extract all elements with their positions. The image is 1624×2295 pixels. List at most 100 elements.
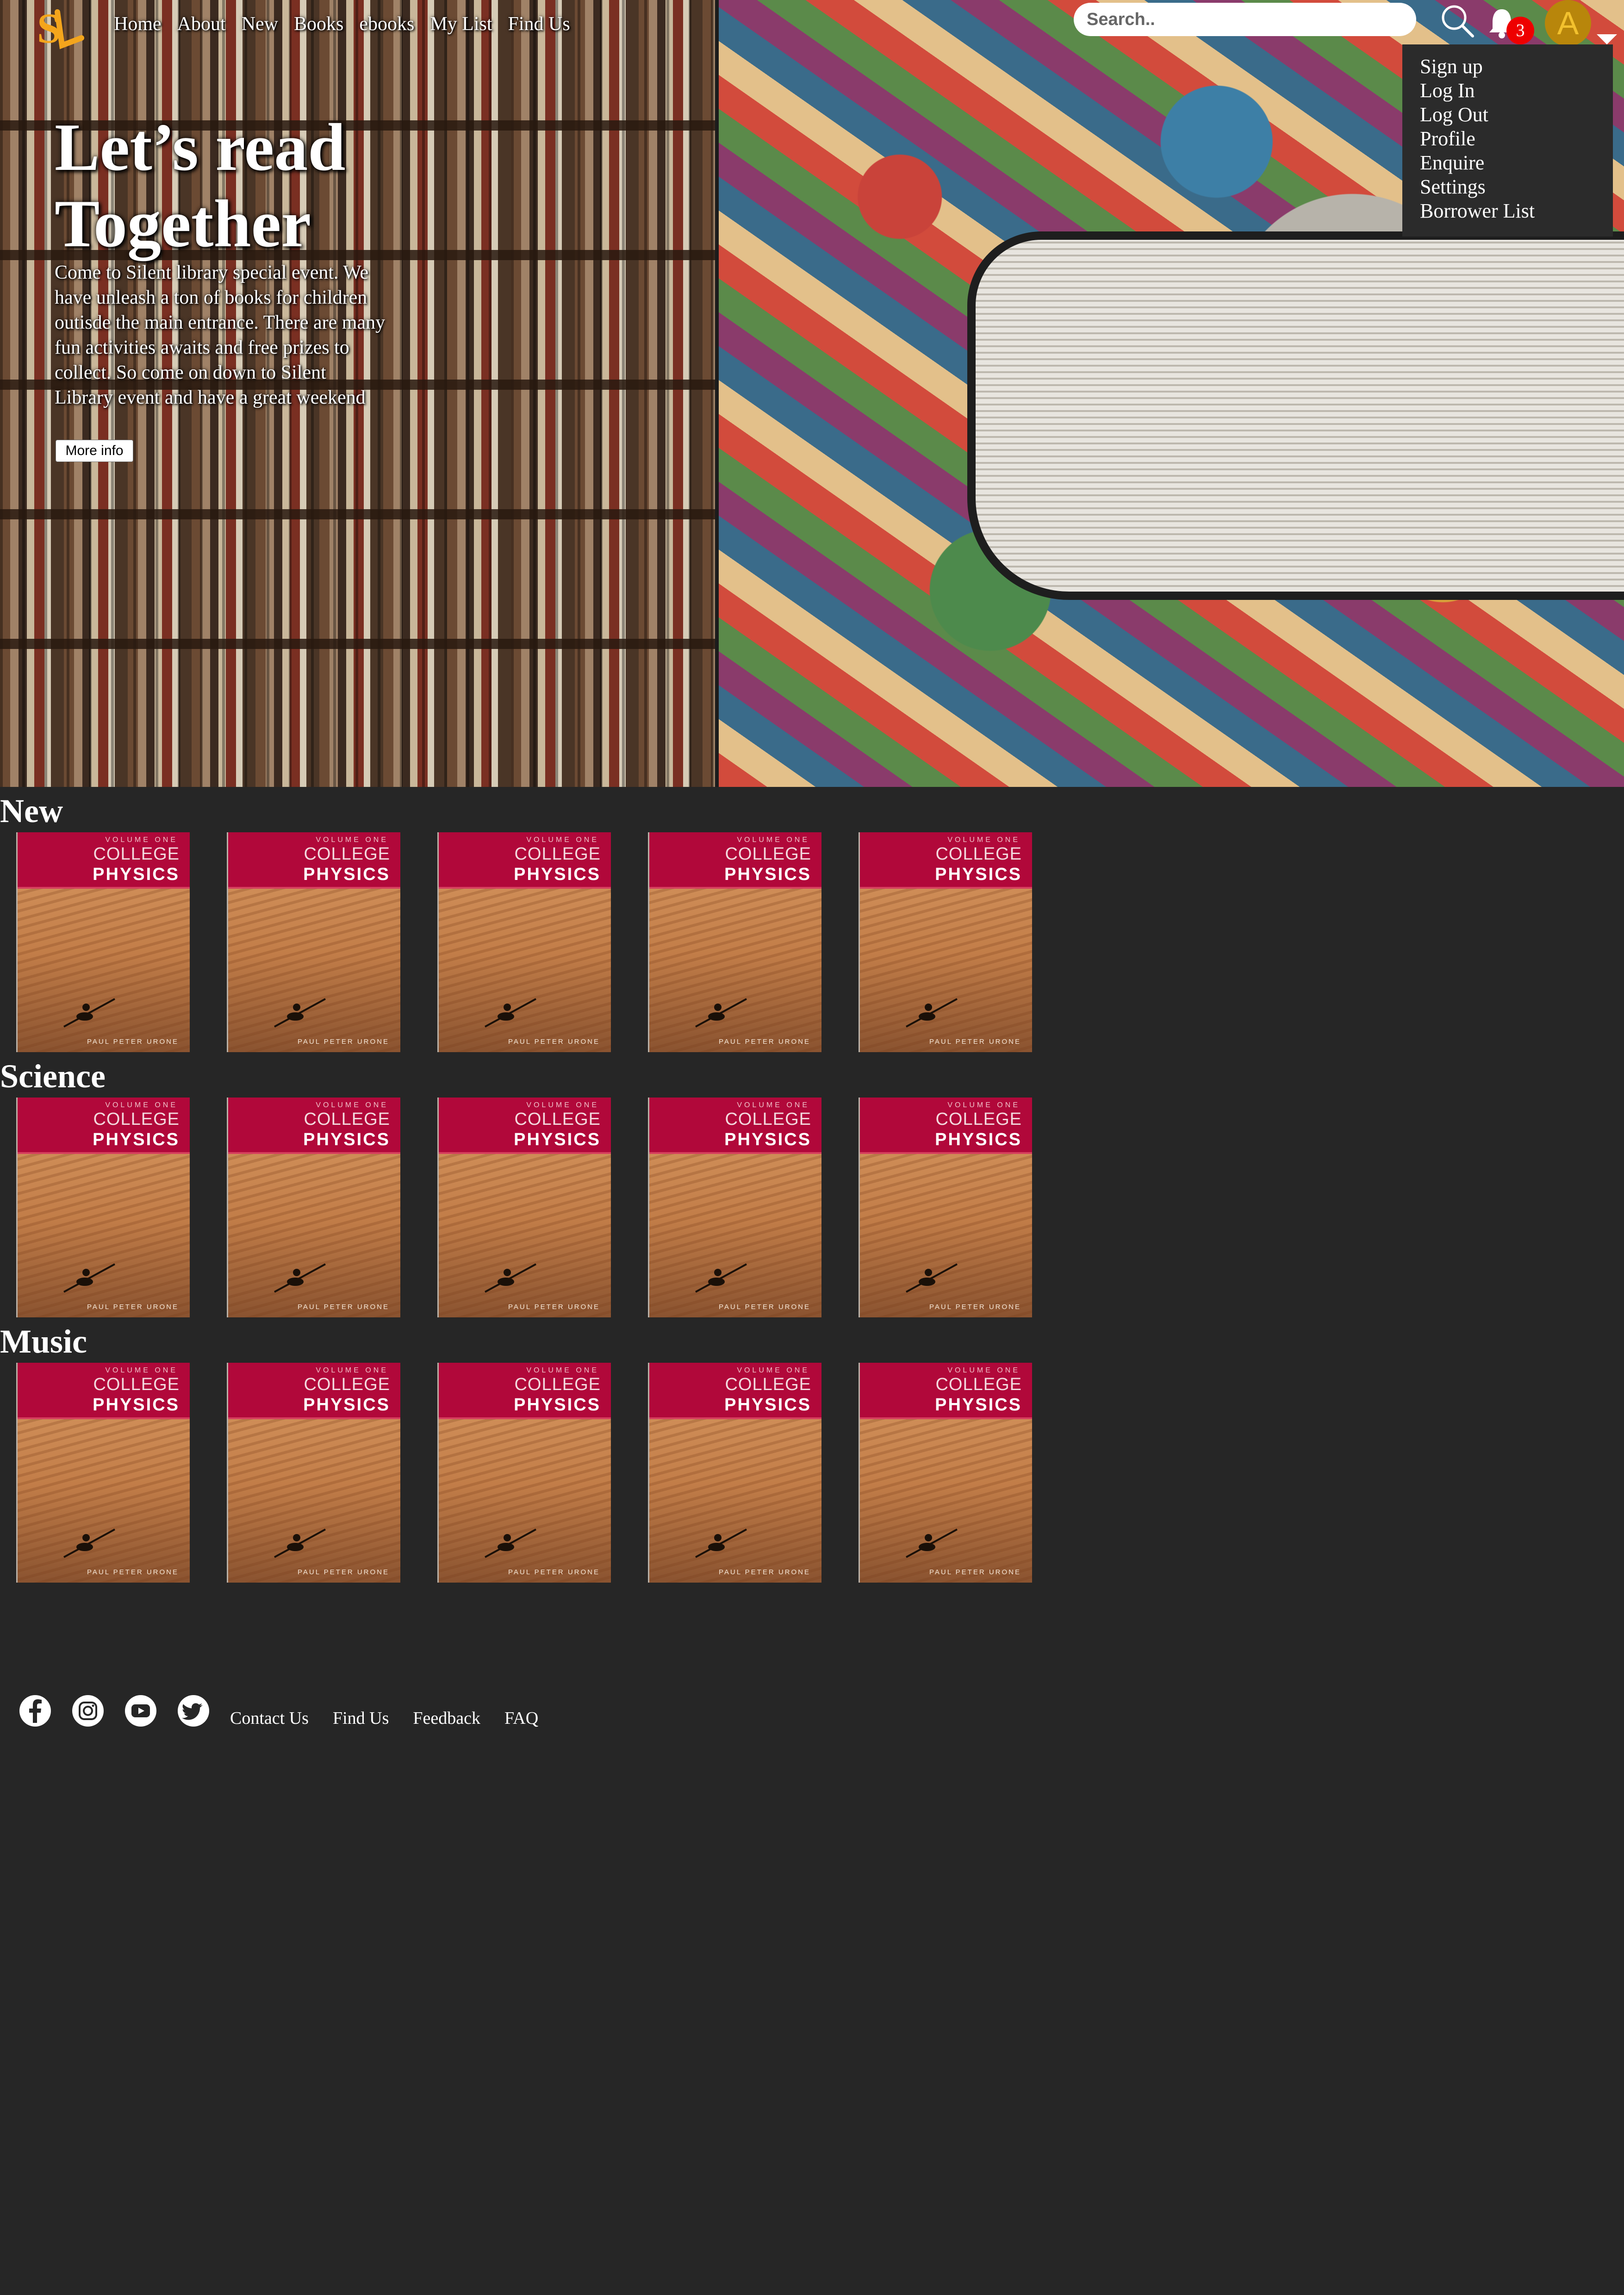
book-author: PAUL PETER URONE <box>87 1303 179 1311</box>
book-cover[interactable]: VOLUME ONE COLLEGE PHYSICS PAUL PETER URONE <box>648 832 821 1052</box>
library-logo-icon[interactable]: S <box>33 3 84 54</box>
book-title-line1: COLLEGE <box>93 1110 180 1129</box>
book-author: PAUL PETER URONE <box>297 1038 389 1046</box>
rower-silhouette-icon <box>485 998 536 1028</box>
book-cover[interactable]: VOLUME ONE COLLEGE PHYSICS PAUL PETER URONE <box>859 832 1032 1052</box>
book-author: PAUL PETER URONE <box>508 1568 600 1576</box>
instagram-icon[interactable] <box>71 1694 105 1727</box>
book-author: PAUL PETER URONE <box>718 1303 810 1311</box>
book-cover[interactable]: VOLUME ONE COLLEGE PHYSICS PAUL PETER URONE <box>648 1363 821 1583</box>
book-title-band: VOLUME ONE COLLEGE PHYSICS <box>860 1363 1032 1419</box>
section-title-music: Music <box>0 1323 87 1360</box>
menu-item-profile[interactable]: Profile <box>1420 127 1613 151</box>
book-cover[interactable]: VOLUME ONE COLLEGE PHYSICS PAUL PETER URONE <box>16 832 190 1052</box>
book-title-line2: PHYSICS <box>724 1395 811 1415</box>
hero-description: Come to Silent library special event. We… <box>55 262 386 408</box>
book-title-band: VOLUME ONE COLLEGE PHYSICS <box>860 1098 1032 1154</box>
footer-link-feedback[interactable]: Feedback <box>413 1708 480 1728</box>
more-info-button[interactable]: More info <box>56 440 133 462</box>
book-title-line2: PHYSICS <box>935 1395 1022 1415</box>
book-title-line2: PHYSICS <box>303 865 390 884</box>
book-volume: VOLUME ONE <box>947 836 1020 844</box>
footer-link-contact-us[interactable]: Contact Us <box>230 1708 309 1728</box>
book-title-line1: COLLEGE <box>304 1110 390 1129</box>
book-cover[interactable]: VOLUME ONE COLLEGE PHYSICS PAUL PETER URONE <box>437 1098 611 1317</box>
menu-item-borrower-list[interactable]: Borrower List <box>1420 199 1613 223</box>
rower-silhouette-icon <box>63 1528 115 1558</box>
book-volume: VOLUME ONE <box>316 1101 388 1109</box>
footer-link-faq[interactable]: FAQ <box>504 1708 538 1728</box>
nav-new[interactable]: New <box>242 13 278 35</box>
book-volume: VOLUME ONE <box>105 1366 178 1374</box>
book-title-line1: COLLEGE <box>514 1375 601 1394</box>
book-title-band: VOLUME ONE COLLEGE PHYSICS <box>439 1098 611 1154</box>
book-author: PAUL PETER URONE <box>929 1038 1021 1046</box>
book-cover[interactable]: VOLUME ONE COLLEGE PHYSICS PAUL PETER URONE <box>16 1098 190 1317</box>
book-title-line1: COLLEGE <box>935 1375 1022 1394</box>
footer-link-find-us[interactable]: Find Us <box>333 1708 389 1728</box>
book-title-line1: COLLEGE <box>725 1110 811 1129</box>
rower-silhouette-icon <box>485 1528 536 1558</box>
book-title-line1: COLLEGE <box>725 1375 811 1394</box>
book-title-band: VOLUME ONE COLLEGE PHYSICS <box>18 832 190 889</box>
rower-silhouette-icon <box>485 1263 536 1293</box>
nav-about[interactable]: About <box>177 13 226 35</box>
book-cover[interactable]: VOLUME ONE COLLEGE PHYSICS PAUL PETER URONE <box>227 1363 400 1583</box>
rower-silhouette-icon <box>274 1528 326 1558</box>
book-cover[interactable]: VOLUME ONE COLLEGE PHYSICS PAUL PETER URONE <box>437 1363 611 1583</box>
book-volume: VOLUME ONE <box>105 1101 178 1109</box>
book-cover[interactable]: VOLUME ONE COLLEGE PHYSICS PAUL PETER URONE <box>16 1363 190 1583</box>
menu-item-log-in[interactable]: Log In <box>1420 79 1613 103</box>
book-volume: VOLUME ONE <box>737 836 809 844</box>
book-row-music: VOLUME ONE COLLEGE PHYSICS PAUL PETER URONE… <box>16 1363 1069 1583</box>
section-title-science: Science <box>0 1058 106 1095</box>
rower-silhouette-icon <box>906 1528 958 1558</box>
book-title-line2: PHYSICS <box>303 1395 390 1415</box>
book-cover[interactable]: VOLUME ONE COLLEGE PHYSICS PAUL PETER URONE <box>859 1363 1032 1583</box>
hero-title: Let’s read Together <box>55 110 346 261</box>
book-title-line1: COLLEGE <box>935 1110 1022 1129</box>
book-volume: VOLUME ONE <box>947 1101 1020 1109</box>
menu-item-settings[interactable]: Settings <box>1420 175 1613 199</box>
nav-home[interactable]: Home <box>114 13 162 35</box>
book-title-line1: COLLEGE <box>514 844 601 864</box>
book-title-line2: PHYSICS <box>303 1130 390 1149</box>
menu-item-sign-up[interactable]: Sign up <box>1420 55 1613 79</box>
book-author: PAUL PETER URONE <box>718 1568 810 1576</box>
book-title-line1: COLLEGE <box>304 844 390 864</box>
book-title-band: VOLUME ONE COLLEGE PHYSICS <box>439 832 611 889</box>
rower-silhouette-icon <box>63 1263 115 1293</box>
rower-silhouette-icon <box>63 998 115 1028</box>
rower-silhouette-icon <box>695 1263 747 1293</box>
book-title-line2: PHYSICS <box>514 865 601 884</box>
search-icon[interactable] <box>1439 3 1475 38</box>
book-title-line1: COLLEGE <box>93 1375 180 1394</box>
book-cover[interactable]: VOLUME ONE COLLEGE PHYSICS PAUL PETER URONE <box>859 1098 1032 1317</box>
book-title-line1: COLLEGE <box>304 1375 390 1394</box>
twitter-icon[interactable] <box>177 1694 210 1727</box>
facebook-icon[interactable] <box>19 1694 52 1727</box>
nav-my-list[interactable]: My List <box>430 13 492 35</box>
book-author: PAUL PETER URONE <box>297 1568 389 1576</box>
book-author: PAUL PETER URONE <box>87 1568 179 1576</box>
nav-find-us[interactable]: Find Us <box>508 13 570 35</box>
book-title-line2: PHYSICS <box>724 865 811 884</box>
book-cover[interactable]: VOLUME ONE COLLEGE PHYSICS PAUL PETER URONE <box>648 1098 821 1317</box>
book-title-line1: COLLEGE <box>93 844 180 864</box>
book-cover[interactable]: VOLUME ONE COLLEGE PHYSICS PAUL PETER URONE <box>227 1098 400 1317</box>
menu-item-log-out[interactable]: Log Out <box>1420 103 1613 127</box>
menu-item-enquire[interactable]: Enquire <box>1420 151 1613 175</box>
nav-books[interactable]: Books <box>294 13 343 35</box>
youtube-icon[interactable] <box>124 1694 157 1727</box>
comic-graffiti-text-image <box>967 231 1624 600</box>
book-cover[interactable]: VOLUME ONE COLLEGE PHYSICS PAUL PETER URONE <box>437 832 611 1052</box>
avatar[interactable]: A <box>1545 0 1591 46</box>
nav-ebooks[interactable]: ebooks <box>359 13 414 35</box>
book-title-band: VOLUME ONE COLLEGE PHYSICS <box>860 832 1032 889</box>
chevron-down-icon[interactable] <box>1597 34 1617 44</box>
search-input[interactable] <box>1074 3 1416 36</box>
book-volume: VOLUME ONE <box>526 836 599 844</box>
book-title-band: VOLUME ONE COLLEGE PHYSICS <box>649 1363 821 1419</box>
book-cover[interactable]: VOLUME ONE COLLEGE PHYSICS PAUL PETER URONE <box>227 832 400 1052</box>
book-volume: VOLUME ONE <box>316 836 388 844</box>
